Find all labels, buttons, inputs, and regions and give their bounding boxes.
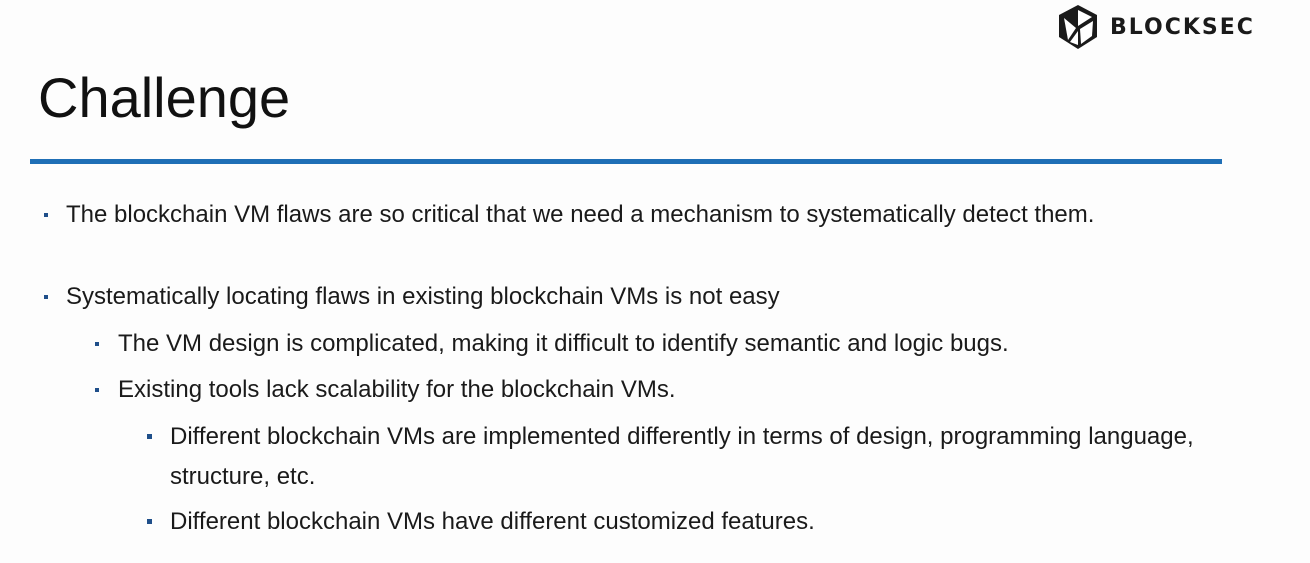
bullet-marker (44, 295, 48, 299)
brand-name: BLOCKSEC (1110, 14, 1255, 40)
blocksec-logo-icon (1059, 5, 1097, 49)
bullet-marker (147, 519, 152, 524)
bullet-item: Systematically locating flaws in existin… (44, 277, 1186, 317)
sub-sub-bullet-item: Different blockchain VMs are implemented… (147, 417, 1230, 497)
bullet-text: Different blockchain VMs are implemented… (170, 423, 1194, 490)
sub-bullet-item: The VM design is complicated, making it … (95, 324, 1188, 364)
title-divider (30, 159, 1222, 164)
bullet-text: The VM design is complicated, making it … (118, 330, 1009, 357)
slide: BLOCKSEC Challenge The blockchain VM fla… (0, 0, 1310, 563)
bullet-marker (147, 434, 152, 439)
bullet-item: The blockchain VM flaws are so critical … (44, 195, 1186, 235)
bullet-text: Systematically locating flaws in existin… (66, 283, 780, 310)
bullet-text: Different blockchain VMs have different … (170, 508, 815, 535)
sub-bullet-item: Existing tools lack scalability for the … (95, 370, 1188, 410)
sub-sub-bullet-item: Different blockchain VMs have different … (147, 502, 1230, 542)
bullet-marker (95, 342, 99, 346)
bullet-marker (44, 213, 48, 217)
bullet-text: The blockchain VM flaws are so critical … (66, 201, 1095, 228)
bullet-marker (95, 388, 99, 392)
slide-title: Challenge (38, 66, 291, 129)
brand-logo: BLOCKSEC (1056, 2, 1255, 52)
bullet-text: Existing tools lack scalability for the … (118, 376, 676, 403)
